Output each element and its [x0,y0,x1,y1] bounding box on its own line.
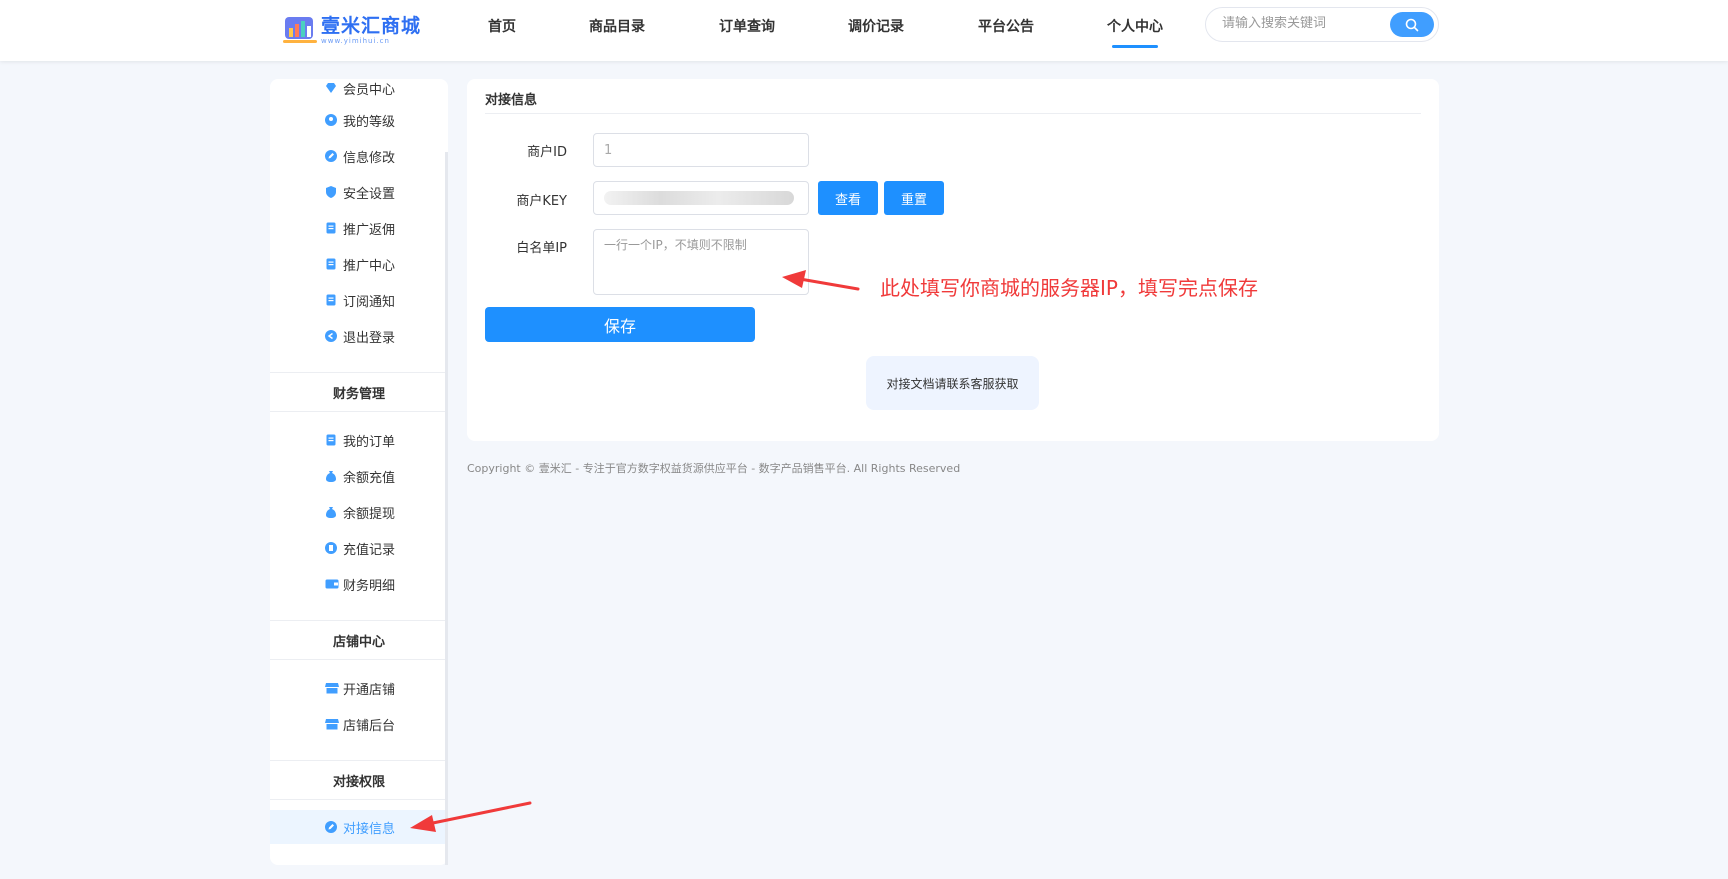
edit-icon [325,821,337,833]
sidebar-item-label: 开通店铺 [343,682,396,698]
sidebar-item-label: 余额提现 [343,506,396,522]
sidebar-item-open-shop[interactable]: 开通店铺 [270,671,448,705]
clipboard-icon [325,222,337,234]
sidebar-item-edit-info[interactable]: 信息修改 [270,139,448,173]
logout-icon [325,330,337,342]
clipboard-icon [325,434,337,446]
nav-home[interactable]: 首页 [488,16,516,36]
annotation-text: 此处填写你商城的服务器IP，填写完点保存 [880,276,1258,300]
search-button[interactable] [1390,12,1434,37]
clipboard-icon [325,258,337,270]
nav-announcements[interactable]: 平台公告 [978,16,1034,36]
sidebar-item-label: 订阅通知 [343,294,396,310]
site-logo[interactable]: 壹米汇商城 www.yimihui.cn [283,10,421,50]
money-bag-icon [325,506,337,518]
reset-button[interactable]: 重置 [884,181,944,215]
sidebar-item-label: 安全设置 [343,186,396,202]
section-title-shop: 店铺中心 [270,620,448,660]
store-icon [325,682,339,694]
sidebar-item-security[interactable]: 安全设置 [270,175,448,209]
sidebar-item-label: 退出登录 [343,330,396,346]
sidebar-item-label: 会员中心 [343,82,396,98]
section-title-finance: 财务管理 [270,372,448,412]
sidebar-item-label: 推广中心 [343,258,396,274]
merchant-id-field: 1 [593,133,809,167]
vip-icon [325,82,337,94]
clipboard-icon [325,294,337,306]
sidebar-item-label: 对接信息 [343,821,396,837]
api-info-card: 对接信息 商户ID 1 商户KEY 查看 重置 白名单IP 保存 对接文档请联系… [467,79,1439,441]
sidebar-item-label: 信息修改 [343,150,396,166]
sidebar-item-label: 店铺后台 [343,718,396,734]
wallet-icon [325,578,339,590]
sidebar-item-my-level[interactable]: 我的等级 [270,103,448,137]
shield-icon [325,186,337,198]
docs-notice: 对接文档请联系客服获取 [866,356,1039,410]
divider [485,113,1421,114]
nav-order-query[interactable]: 订单查询 [719,16,775,36]
nav-personal-center[interactable]: 个人中心 [1107,16,1163,48]
sidebar-item-label: 充值记录 [343,542,396,558]
sidebar-item-label: 余额充值 [343,470,396,486]
sidebar-item-referral-rebate[interactable]: 推广返佣 [270,211,448,245]
sidebar-item-withdraw[interactable]: 余额提现 [270,495,448,529]
sidebar-item-finance-details[interactable]: 财务明细 [270,567,448,601]
edit-icon [325,150,337,162]
sidebar-item-label: 我的等级 [343,114,396,130]
sidebar-item-vip-center[interactable]: 会员中心 [270,79,448,105]
merchant-key-label: 商户KEY [516,194,567,209]
sidebar-item-label: 推广返佣 [343,222,396,238]
logo-mark-icon [283,14,317,46]
nav-catalog[interactable]: 商品目录 [589,16,645,36]
sidebar: 会员中心 我的等级 信息修改 安全设置 推广返佣 推广中心 订阅通知 退出登录 … [270,79,448,865]
store-icon [325,718,339,730]
sidebar-item-shop-admin[interactable]: 店铺后台 [270,707,448,741]
section-title-api: 对接权限 [270,760,448,800]
sidebar-item-api-info[interactable]: 对接信息 [270,810,448,844]
brand-subtitle: www.yimihui.cn [321,37,390,45]
footer-copyright: Copyright © 壹米汇 - 专注于官方数字权益货源供应平台 - 数字产品… [467,462,961,475]
brand-title: 壹米汇商城 [321,15,422,37]
whitelist-ip-label: 白名单IP [516,241,567,256]
top-bar: 壹米汇商城 www.yimihui.cn 首页 商品目录 订单查询 调价记录 平… [0,0,1728,61]
sidebar-item-referral-center[interactable]: 推广中心 [270,247,448,281]
nav-price-records[interactable]: 调价记录 [848,16,904,36]
masked-key-blur [604,191,794,205]
sidebar-item-logout[interactable]: 退出登录 [270,319,448,353]
whitelist-ip-textarea[interactable] [593,229,809,295]
sidebar-scrollbar[interactable] [445,152,448,865]
level-icon [325,114,337,126]
sidebar-item-label: 财务明细 [343,578,396,594]
search-box [1205,7,1439,42]
card-title: 对接信息 [485,93,538,108]
sidebar-item-recharge[interactable]: 余额充值 [270,459,448,493]
search-icon [1405,18,1419,31]
record-icon [325,542,337,554]
sidebar-item-my-orders[interactable]: 我的订单 [270,423,448,457]
merchant-id-label: 商户ID [527,145,567,160]
view-button[interactable]: 查看 [818,181,878,215]
sidebar-item-subscriptions[interactable]: 订阅通知 [270,283,448,317]
merchant-key-field [593,181,809,215]
sidebar-item-recharge-records[interactable]: 充值记录 [270,531,448,565]
search-input[interactable] [1222,16,1382,31]
save-button[interactable]: 保存 [485,307,755,342]
money-bag-icon [325,470,337,482]
sidebar-item-label: 我的订单 [343,434,396,450]
